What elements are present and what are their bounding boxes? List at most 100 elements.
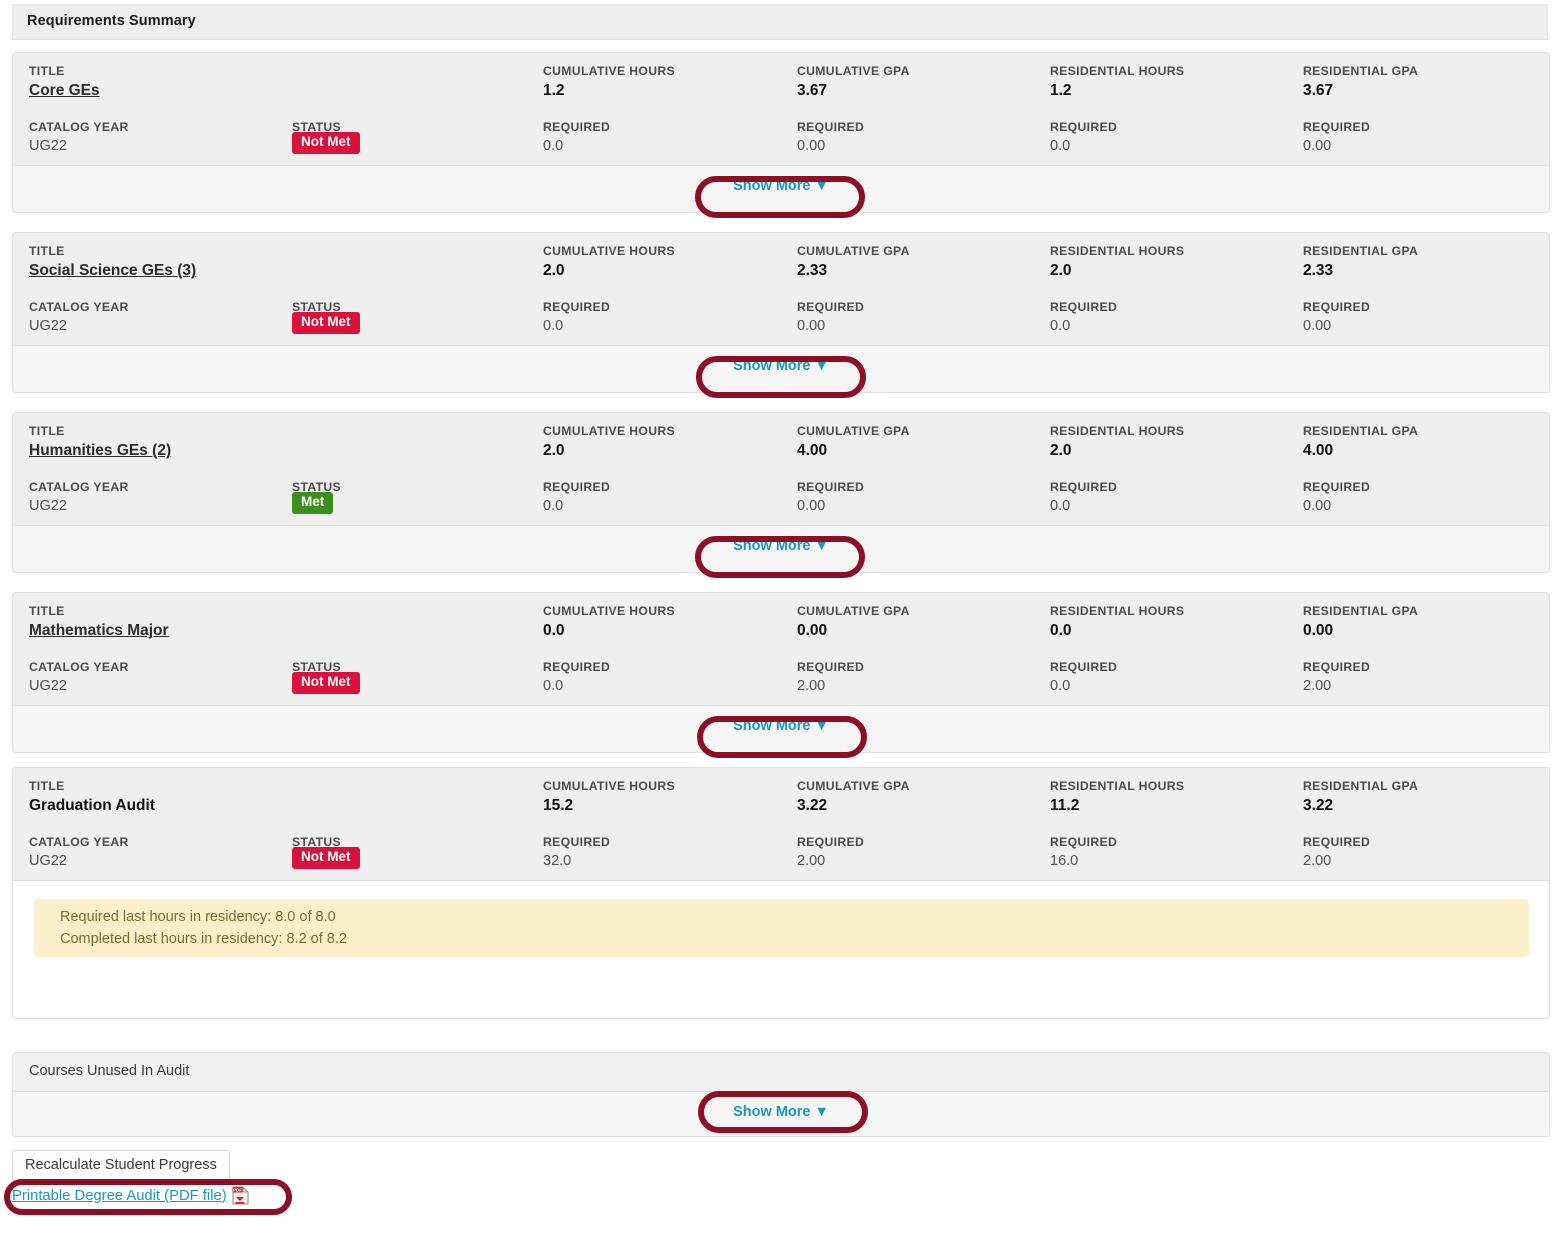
column-header-required-residential-gpa: REQUIRED (1303, 120, 1371, 134)
column-header-required-residential-gpa: REQUIRED (1303, 835, 1371, 849)
cumulative-gpa-required-value: 0.00 (797, 318, 826, 334)
column-header-required-cumulative-hours: REQUIRED (543, 300, 611, 314)
svg-text:PDF: PDF (233, 1188, 242, 1193)
show-more-button[interactable]: Show More ▼ (733, 1104, 829, 1120)
column-header-required-residential-hours: REQUIRED (1050, 480, 1118, 494)
column-header-required-residential-gpa: REQUIRED (1303, 660, 1371, 674)
column-header-residential-gpa: RESIDENTIAL GPA (1303, 604, 1419, 618)
catalog-year-value: UG22 (29, 498, 67, 514)
requirement-card-humanities-ges: TITLE Humanities GEs (2) CATALOG YEAR UG… (12, 412, 1550, 573)
residential-gpa-required-value: 0.00 (1303, 318, 1332, 334)
column-header-title: TITLE (29, 779, 65, 793)
column-header-residential-gpa: RESIDENTIAL GPA (1303, 779, 1419, 793)
column-header-catalog-year: CATALOG YEAR (29, 120, 129, 134)
column-header-required-cumulative-hours: REQUIRED (543, 120, 611, 134)
column-header-residential-hours: RESIDENTIAL HOURS (1050, 779, 1185, 793)
column-header-required-residential-hours: REQUIRED (1050, 300, 1118, 314)
requirement-card-social-science-ges: TITLE Social Science GEs (3) CATALOG YEA… (12, 232, 1550, 393)
residency-required-text: Required last hours in residency: 8.0 of… (60, 909, 336, 925)
column-header-cumulative-gpa: CUMULATIVE GPA (797, 64, 910, 78)
column-header-catalog-year: CATALOG YEAR (29, 835, 129, 849)
show-more-button[interactable]: Show More ▼ (733, 358, 829, 374)
residential-hours-value: 2.0 (1050, 442, 1072, 459)
column-header-required-cumulative-hours: REQUIRED (543, 660, 611, 674)
courses-unused-header: Courses Unused In Audit (13, 1053, 1549, 1091)
cumulative-gpa-value: 0.00 (797, 622, 828, 639)
requirement-card-body: TITLE Graduation Audit CATALOG YEAR UG22… (13, 768, 1549, 880)
status-badge: Not Met (292, 847, 360, 869)
column-header-required-residential-hours: REQUIRED (1050, 660, 1118, 674)
residential-gpa-value: 4.00 (1303, 442, 1334, 459)
column-header-title: TITLE (29, 424, 65, 438)
requirement-title: Graduation Audit (29, 797, 155, 814)
column-header-residential-gpa: RESIDENTIAL GPA (1303, 244, 1419, 258)
requirement-card-body: TITLE Mathematics Major CATALOG YEAR UG2… (13, 593, 1549, 705)
cumulative-hours-value: 2.0 (543, 442, 565, 459)
show-more-button[interactable]: Show More ▼ (733, 538, 829, 554)
cumulative-gpa-required-value: 2.00 (797, 678, 826, 694)
courses-unused-card: Courses Unused In Audit Show More ▼ (12, 1052, 1550, 1137)
pdf-file-icon: PDF (232, 1186, 249, 1205)
residential-gpa-required-value: 0.00 (1303, 138, 1332, 154)
column-header-required-cumulative-hours: REQUIRED (543, 835, 611, 849)
residential-hours-required-value: 16.0 (1050, 853, 1079, 869)
column-header-cumulative-hours: CUMULATIVE HOURS (543, 244, 675, 258)
show-more-button[interactable]: Show More ▼ (733, 178, 829, 194)
status-badge: Not Met (292, 132, 360, 154)
requirement-card-mathematics-major: TITLE Mathematics Major CATALOG YEAR UG2… (12, 592, 1550, 753)
column-header-required-cumulative-gpa: REQUIRED (797, 660, 865, 674)
residential-gpa-required-value: 2.00 (1303, 678, 1332, 694)
requirement-card-body: TITLE Humanities GEs (2) CATALOG YEAR UG… (13, 413, 1549, 525)
page-title: Requirements Summary (27, 13, 196, 29)
residential-hours-value: 0.0 (1050, 622, 1072, 639)
column-header-required-residential-gpa: REQUIRED (1303, 300, 1371, 314)
column-header-title: TITLE (29, 64, 65, 78)
residential-hours-value: 1.2 (1050, 82, 1072, 99)
requirement-title-link[interactable]: Humanities GEs (2) (29, 442, 171, 460)
status-badge: Met (292, 492, 334, 514)
catalog-year-value: UG22 (29, 678, 67, 694)
residential-gpa-value: 2.33 (1303, 262, 1334, 279)
column-header-required-residential-hours: REQUIRED (1050, 120, 1118, 134)
residential-gpa-required-value: 0.00 (1303, 498, 1332, 514)
show-more-button[interactable]: Show More ▼ (733, 718, 829, 734)
recalculate-student-progress-button[interactable]: Recalculate Student Progress (12, 1150, 230, 1181)
column-header-title: TITLE (29, 604, 65, 618)
column-header-cumulative-hours: CUMULATIVE HOURS (543, 604, 675, 618)
requirements-summary-header: Requirements Summary (12, 4, 1548, 40)
column-header-residential-gpa: RESIDENTIAL GPA (1303, 64, 1419, 78)
requirement-card-footer: Show More ▼ (13, 525, 1549, 572)
residential-gpa-value: 0.00 (1303, 622, 1334, 639)
requirement-card-core-ges: TITLE Core GEs CATALOG YEAR UG22 STATUS … (12, 52, 1550, 213)
cumulative-hours-value: 15.2 (543, 797, 574, 814)
printable-degree-audit-link-wrap[interactable]: Printable Degree Audit (PDF file) PDF (12, 1186, 249, 1205)
cumulative-hours-required-value: 32.0 (543, 853, 572, 869)
column-header-cumulative-gpa: CUMULATIVE GPA (797, 779, 910, 793)
catalog-year-value: UG22 (29, 853, 67, 869)
column-header-cumulative-gpa: CUMULATIVE GPA (797, 604, 910, 618)
column-header-cumulative-hours: CUMULATIVE HOURS (543, 424, 675, 438)
column-header-cumulative-gpa: CUMULATIVE GPA (797, 244, 910, 258)
cumulative-gpa-required-value: 2.00 (797, 853, 826, 869)
column-header-cumulative-hours: CUMULATIVE HOURS (543, 779, 675, 793)
column-header-cumulative-gpa: CUMULATIVE GPA (797, 424, 910, 438)
column-header-residential-gpa: RESIDENTIAL GPA (1303, 424, 1419, 438)
cumulative-hours-value: 2.0 (543, 262, 565, 279)
requirement-card-graduation-audit: TITLE Graduation Audit CATALOG YEAR UG22… (12, 767, 1550, 1019)
requirement-card-footer: Show More ▼ (13, 165, 1549, 212)
residency-completed-text: Completed last hours in residency: 8.2 o… (60, 931, 347, 947)
column-header-required-cumulative-gpa: REQUIRED (797, 300, 865, 314)
cumulative-gpa-value: 2.33 (797, 262, 828, 279)
residential-gpa-required-value: 2.00 (1303, 853, 1332, 869)
printable-degree-audit-link[interactable]: Printable Degree Audit (PDF file) (12, 1188, 227, 1204)
column-header-required-cumulative-hours: REQUIRED (543, 480, 611, 494)
residential-hours-value: 2.0 (1050, 262, 1072, 279)
column-header-catalog-year: CATALOG YEAR (29, 660, 129, 674)
cumulative-gpa-required-value: 0.00 (797, 138, 826, 154)
cumulative-gpa-value: 3.22 (797, 797, 828, 814)
requirement-title-link[interactable]: Core GEs (29, 82, 100, 100)
cumulative-hours-value: 0.0 (543, 622, 565, 639)
column-header-residential-hours: RESIDENTIAL HOURS (1050, 244, 1185, 258)
requirement-title-link[interactable]: Mathematics Major (29, 622, 169, 640)
requirement-title-link[interactable]: Social Science GEs (3) (29, 262, 196, 280)
